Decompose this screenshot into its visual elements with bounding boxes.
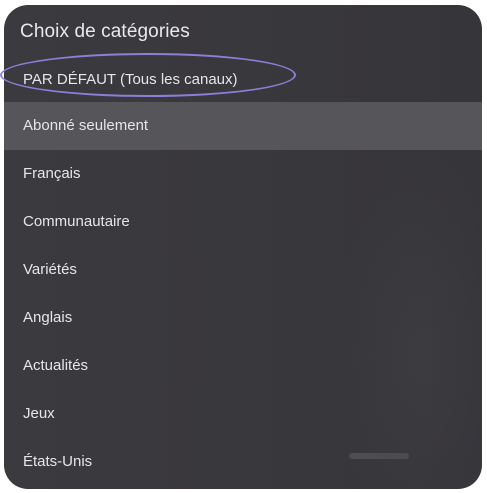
category-panel: Choix de catégories PAR DÉFAUT (Tous les…	[4, 5, 482, 489]
menu-item-label: PAR DÉFAUT (Tous les canaux)	[23, 71, 238, 88]
menu-item-varieties[interactable]: Variétés	[4, 246, 482, 294]
menu-item-french[interactable]: Français	[4, 150, 482, 198]
panel-title: Choix de catégories	[20, 21, 190, 42]
menu-item-default[interactable]: PAR DÉFAUT (Tous les canaux)	[4, 57, 482, 102]
menu-item-label: Variétés	[23, 261, 77, 278]
category-menu: PAR DÉFAUT (Tous les canaux) Abonné seul…	[4, 57, 482, 486]
menu-item-label: États-Unis	[23, 453, 93, 470]
menu-item-community[interactable]: Communautaire	[4, 198, 482, 246]
menu-item-news[interactable]: Actualités	[4, 342, 482, 390]
menu-item-label: Anglais	[23, 309, 73, 326]
menu-item-subscribed-only[interactable]: Abonné seulement	[4, 102, 482, 150]
menu-item-label: Abonné seulement	[23, 117, 149, 134]
background-glare	[349, 453, 409, 459]
menu-item-games[interactable]: Jeux	[4, 390, 482, 438]
menu-item-english[interactable]: Anglais	[4, 294, 482, 342]
menu-item-label: Français	[23, 165, 81, 182]
menu-item-label: Actualités	[23, 357, 89, 374]
menu-item-label: Jeux	[23, 405, 55, 422]
menu-item-united-states[interactable]: États-Unis	[4, 438, 482, 486]
menu-item-label: Communautaire	[23, 213, 130, 230]
